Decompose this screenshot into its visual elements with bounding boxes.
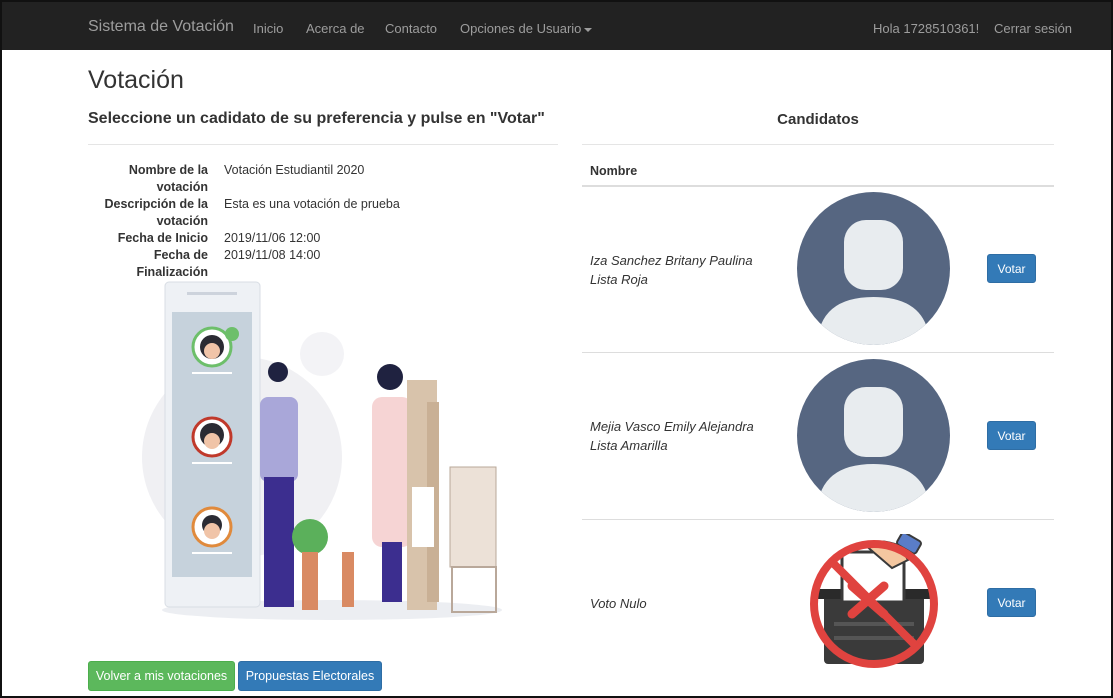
illus-speech-bubble [300, 332, 344, 376]
detail-label: Fecha de Inicio [117, 231, 208, 245]
illus-plant [292, 519, 328, 555]
candidate-name: Voto Nulo [590, 596, 647, 611]
caret-down-icon [584, 27, 593, 32]
illus-machine-panel [412, 487, 434, 547]
candidate-name: Iza Sanchez Britany Paulina [590, 253, 753, 268]
vote-button[interactable]: Votar [987, 421, 1036, 450]
detail-label: Nombre de la votación [128, 163, 208, 194]
user-avatar-icon [797, 359, 950, 512]
back-to-votes-button[interactable]: Volver a mis votaciones [88, 661, 235, 691]
illus-line [192, 462, 232, 464]
detail-row-description: Descripción de la votación Esta es una v… [88, 196, 548, 230]
user-greeting: Hola 1728510361! [873, 21, 980, 36]
divider [582, 144, 1054, 145]
page-subtitle: Seleccione un cadidato de su preferencia… [88, 110, 545, 127]
column-header-name: Nombre [590, 164, 638, 178]
illus-man-shirt [260, 397, 298, 482]
detail-value: 2019/11/06 12:00 [224, 231, 321, 245]
null-vote-icon [810, 534, 938, 668]
detail-label: Descripción de la votación [104, 197, 208, 228]
candidate-row: Voto Nulo Votar [582, 520, 1054, 690]
candidate-list: Lista Roja [590, 272, 648, 287]
candidate-name-block: Voto Nulo [590, 594, 647, 613]
logout-link[interactable]: Cerrar sesión [994, 21, 1072, 36]
illus-woman-legs [382, 542, 402, 602]
page-title: Votación [88, 66, 184, 94]
illus-pot-2 [342, 552, 354, 607]
detail-value: Esta es una votación de prueba [224, 197, 400, 211]
proposals-button[interactable]: Propuestas Electorales [238, 661, 382, 691]
candidate-name-block: Mejia Vasco Emily Alejandra Lista Amaril… [590, 417, 754, 455]
brand-link[interactable]: Sistema de Votación [88, 18, 234, 36]
candidate-name-block: Iza Sanchez Britany Paulina Lista Roja [590, 251, 753, 289]
vote-button[interactable]: Votar [987, 588, 1036, 617]
illus-line [192, 552, 232, 554]
illus-face-1-skin [204, 343, 220, 359]
illus-face-2-skin [204, 433, 220, 449]
detail-row-name: Nombre de la votación Votación Estudiant… [88, 162, 548, 196]
illus-woman-head [377, 364, 403, 390]
candidate-row: Iza Sanchez Britany Paulina Lista Roja V… [582, 187, 1054, 353]
vote-details: Nombre de la votación Votación Estudiant… [88, 162, 548, 281]
candidate-list: Lista Amarilla [590, 438, 668, 453]
divider [88, 144, 558, 145]
user-avatar-icon [797, 192, 950, 345]
illus-board-line [187, 292, 237, 295]
illus-pot [302, 552, 318, 610]
illus-man-head [268, 362, 288, 382]
candidates-title: Candidatos [777, 111, 859, 128]
nav-contacto[interactable]: Contacto [385, 21, 437, 36]
candidate-row: Mejia Vasco Emily Alejandra Lista Amaril… [582, 353, 1054, 520]
voting-illustration [142, 281, 502, 620]
illus-woman-dress [372, 397, 412, 547]
illus-face-3-skin [204, 523, 220, 539]
illus-ballot-box [449, 466, 497, 568]
nav-acerca[interactable]: Acerca de [306, 21, 365, 36]
nav-inicio[interactable]: Inicio [253, 21, 283, 36]
vote-button[interactable]: Votar [987, 254, 1036, 283]
candidate-name: Mejia Vasco Emily Alejandra [590, 419, 754, 434]
navbar: Sistema de Votación Inicio Acerca de Con… [2, 2, 1111, 50]
illus-man-pants [264, 477, 294, 607]
check-icon [225, 327, 239, 341]
illus-line [192, 372, 232, 374]
detail-row-start: Fecha de Inicio 2019/11/06 12:00 [88, 230, 548, 247]
detail-value: Votación Estudiantil 2020 [224, 163, 365, 177]
nav-user-options-label: Opciones de Usuario [460, 21, 582, 36]
nav-user-options-dropdown[interactable]: Opciones de Usuario [460, 21, 593, 36]
page-frame: Sistema de Votación Inicio Acerca de Con… [0, 0, 1113, 698]
